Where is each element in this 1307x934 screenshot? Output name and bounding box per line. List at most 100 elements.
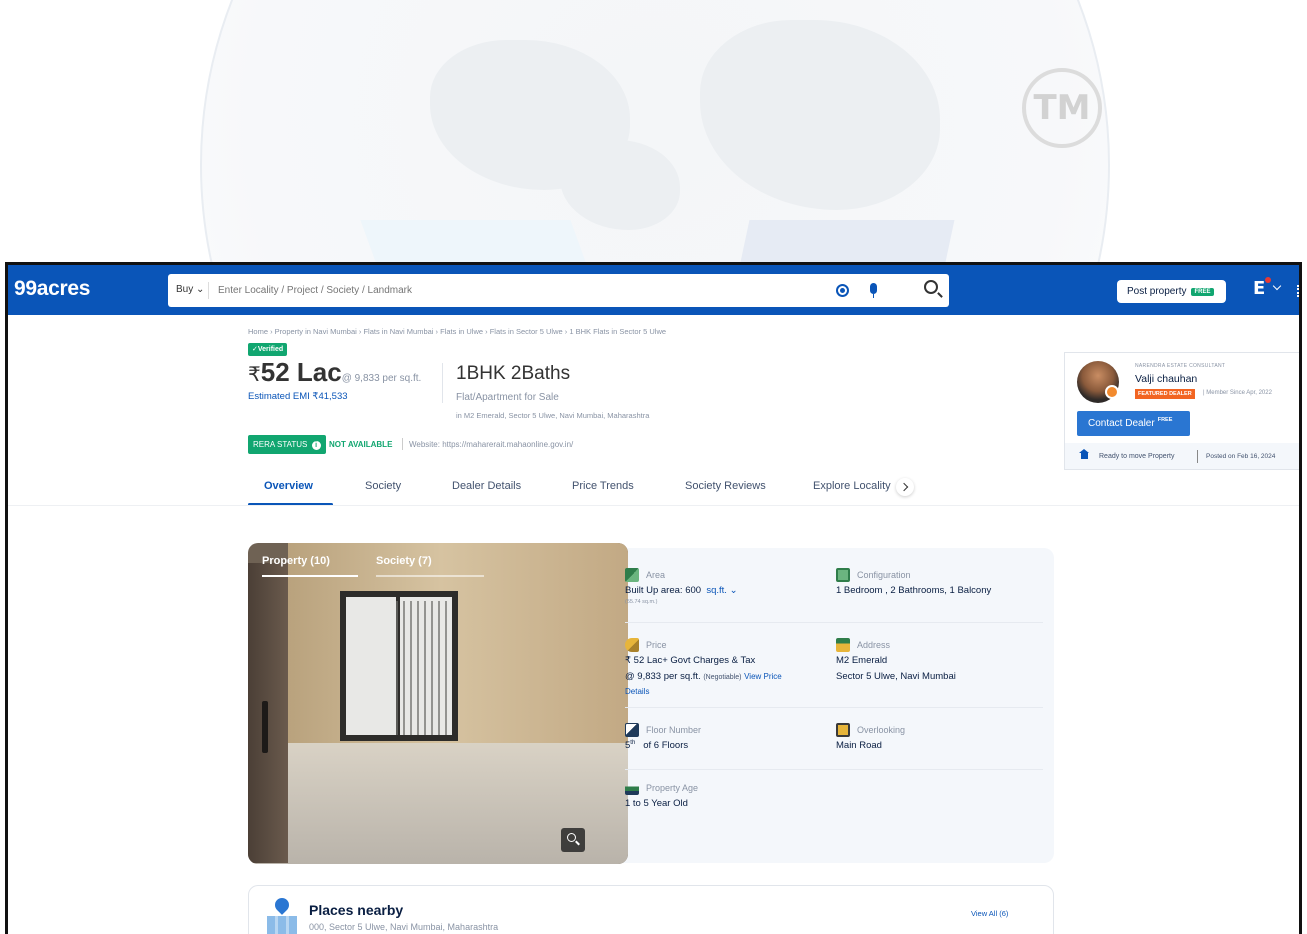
dealer-footer: Ready to move Property Posted on Feb 16,…: [1065, 443, 1299, 469]
tab-society-photos[interactable]: Society (7): [376, 555, 432, 567]
view-all-places-link[interactable]: View All (6): [971, 909, 1008, 918]
chevron-down-icon[interactable]: ⌄: [730, 585, 738, 596]
photo-tab-underline: [376, 575, 484, 577]
section-tabs: Overview Society Dealer Details Price Tr…: [248, 473, 938, 506]
configuration-label: Configuration: [857, 570, 911, 580]
breadcrumb[interactable]: Home › Property in Navi Mumbai › Flats i…: [248, 327, 666, 336]
detail-property-age: Property Age 1 to 5 Year Old: [625, 781, 825, 821]
ready-to-move-label: Ready to move Property: [1099, 453, 1175, 460]
tab-explore-locality[interactable]: Explore Locality: [813, 480, 891, 492]
view-price-details-link-cont[interactable]: Details: [625, 687, 649, 696]
configuration-icon: [836, 568, 850, 582]
location-target-icon[interactable]: [836, 284, 849, 297]
tab-society[interactable]: Society: [365, 480, 401, 492]
tab-society-reviews[interactable]: Society Reviews: [685, 480, 766, 492]
microphone-icon[interactable]: [870, 283, 877, 298]
photo-window-grill: [396, 601, 452, 735]
listing-price: ₹52 Lac@ 9,833 per sq.ft.: [248, 357, 421, 388]
search-bar: Buy ⌄: [168, 274, 949, 307]
verified-badge: ✓Verified: [248, 343, 288, 356]
property-age-label: Property Age: [646, 783, 699, 793]
search-input[interactable]: [218, 280, 818, 300]
home-icon: [1079, 449, 1089, 459]
price-per-sqft: @ 9,833 per sq.ft.: [341, 373, 422, 384]
view-price-details-link[interactable]: View Price: [744, 672, 782, 681]
detail-price: Price ₹ 52 Lac+ Govt Charges & Tax @ 9,8…: [625, 638, 825, 698]
tab-dealer-details[interactable]: Dealer Details: [452, 480, 521, 492]
property-age-value: 1 to 5 Year Old: [625, 798, 688, 809]
price-detail-value: ₹ 52 Lac+ Govt Charges & Tax: [625, 655, 756, 666]
floor-label: Floor Number: [646, 725, 702, 735]
estimated-emi-link[interactable]: Estimated EMI ₹41,533: [248, 391, 348, 402]
negotiable-label: (Negotiable): [703, 674, 742, 681]
area-value: Built Up area: 600 sq.ft. ⌄: [625, 585, 738, 596]
price-per-sqft-text: @ 9,833 per sq.ft.: [625, 671, 701, 682]
price-per-sqft-detail: @ 9,833 per sq.ft. (Negotiable) View Pri…: [625, 671, 782, 682]
area-sqm: (55.74 sq.m.): [625, 599, 658, 605]
watermark-stripe: [360, 220, 586, 262]
photo-wall: [288, 543, 628, 743]
configuration-value: 1 Bedroom , 2 Bathrooms, 1 Balcony: [836, 585, 992, 596]
places-nearby-title: Places nearby: [309, 902, 404, 918]
divider: [1197, 450, 1198, 463]
tab-property-photos[interactable]: Property (10): [262, 555, 330, 567]
trademark-icon: TM: [1022, 68, 1102, 148]
floor-total: of 6 Floors: [643, 740, 689, 752]
notification-dot-icon: [1265, 277, 1271, 283]
places-nearby-address: 000, Sector 5 Ulwe, Navi Mumbai, Maharas…: [309, 922, 499, 932]
zoom-icon[interactable]: [561, 828, 585, 852]
detail-configuration: Configuration 1 Bedroom , 2 Bathrooms, 1…: [836, 568, 1046, 608]
tabs-border: [8, 505, 1299, 506]
detail-area: Area Built Up area: 600 sq.ft. ⌄ (55.74 …: [625, 568, 825, 613]
top-header: 99acres Buy ⌄ Post property FREE 𝗘: [8, 265, 1299, 315]
floor-value: 5th of 6 Floors: [625, 740, 688, 751]
area-unit-dropdown[interactable]: sq.ft.: [706, 585, 727, 596]
address-locality: Sector 5 Ulwe, Navi Mumbai: [836, 671, 956, 682]
detail-overlooking: Overlooking Main Road: [836, 723, 1046, 763]
post-property-button[interactable]: Post property FREE: [1117, 280, 1226, 303]
rera-website[interactable]: Website: https://maharerait.mahaonline.g…: [409, 440, 573, 449]
posted-date: Posted on Feb 16, 2024: [1206, 453, 1276, 460]
info-icon[interactable]: i: [311, 441, 321, 450]
floor-stairs-icon: [625, 723, 639, 737]
floor-suffix: th: [630, 740, 636, 746]
map-pin-icon: [272, 895, 292, 915]
divider: [625, 707, 1043, 708]
window-icon: [836, 723, 850, 737]
area-value-text: Built Up area: 600: [625, 585, 702, 596]
tab-price-trends[interactable]: Price Trends: [572, 480, 634, 492]
free-badge: FREE: [1191, 287, 1214, 296]
overlooking-label: Overlooking: [857, 725, 906, 735]
contact-dealer-button[interactable]: Contact Dealer FREE: [1077, 411, 1190, 436]
tab-overview[interactable]: Overview: [264, 480, 313, 492]
price-value: 52 Lac: [260, 357, 342, 387]
kebab-menu-icon[interactable]: [1297, 285, 1299, 297]
detail-address: Address M2 Emerald Sector 5 Ulwe, Navi M…: [836, 638, 1046, 683]
search-divider: [208, 282, 209, 299]
dealer-company: NARENDRA ESTATE CONSULTANT: [1135, 363, 1226, 369]
watermark-stripe: [740, 220, 955, 262]
featured-dealer-badge: FEATURED DEALER: [1135, 389, 1195, 399]
zoom-handle: [575, 840, 580, 846]
building-icon: [267, 916, 297, 934]
address-value: M2 Emerald: [836, 655, 888, 666]
chevron-right-icon[interactable]: [896, 478, 914, 496]
search-icon[interactable]: [924, 280, 938, 294]
rera-status-badge[interactable]: RERA STATUS i: [248, 435, 326, 454]
watermark-background: TM: [0, 0, 1307, 262]
divider: [402, 438, 403, 450]
dealer-name[interactable]: Valji chauhan: [1135, 373, 1197, 385]
listing-subtitle: Flat/Apartment for Sale: [456, 392, 559, 403]
dealer-card: NARENDRA ESTATE CONSULTANT Valji chauhan…: [1064, 352, 1299, 470]
map-pin-building-icon: [267, 895, 297, 934]
property-photo-gallery[interactable]: Property (10) Society (7): [248, 543, 628, 864]
area-label: Area: [646, 570, 666, 580]
overlooking-value: Main Road: [836, 740, 882, 751]
chevron-down-icon[interactable]: [1272, 281, 1282, 291]
site-logo[interactable]: 99acres: [14, 277, 90, 301]
search-mode-dropdown[interactable]: Buy ⌄: [176, 284, 204, 295]
area-icon: [625, 568, 639, 582]
post-property-label: Post property: [1127, 286, 1187, 297]
member-since: | Member Since Apr, 2022: [1203, 390, 1272, 396]
price-label: Price: [646, 640, 667, 650]
